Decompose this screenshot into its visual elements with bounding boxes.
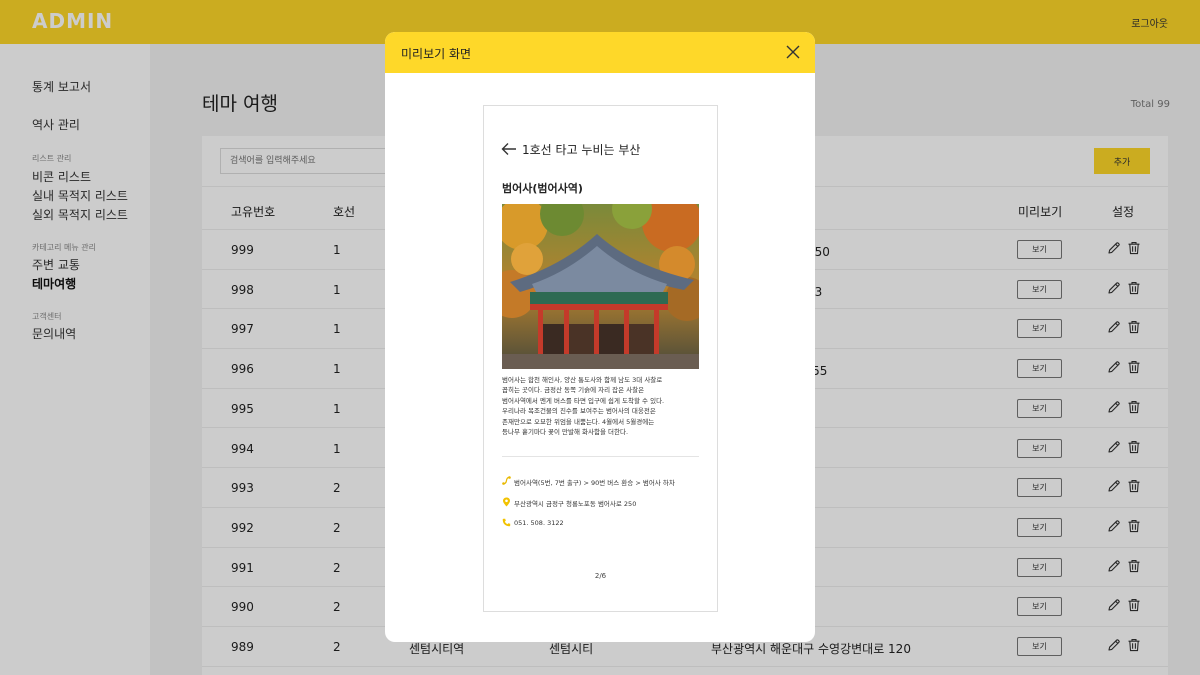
description-line: 범어사역에서 멘게 버스를 타면 입구에 쉽게 도착할 수 있다. [502,396,665,405]
description-line: 등나무 흩기마다 꽃이 만발해 화사함을 더한다. [502,428,629,437]
preview-modal: 미리보기 화면 1호선 타고 누비는 부산 범어사(범어사역) 범어사는 합천 … [385,32,815,642]
route-text: 범어사역(5번, 7번 출구) > 90번 버스 환승 > 범어사 하차 [514,479,675,487]
phone-icon [502,518,511,527]
description-line: 존재만으로 오묘한 위엄을 내뿜는다. 4월에서 5월경에는 [502,417,655,426]
description-line: 우리나라 목조건물의 진수를 보여주는 범어사의 대웅전은 [502,407,656,416]
route-icon [502,476,511,485]
temple-photo [502,204,699,369]
preview-divider [502,456,699,457]
modal-header: 미리보기 화면 [385,32,815,73]
preview-description: 범어사는 합천 해인사, 양산 통도사와 함께 남도 3대 사찰로 꼽히는 곳이… [502,375,699,437]
description-line: 범어사는 합천 해인사, 양산 통도사와 함께 남도 3대 사찰로 [502,376,663,384]
modal-title: 미리보기 화면 [401,47,472,61]
description-line: 꼽히는 곳이다. 금정산 동쪽 기슭에 자리 잡은 사찰은 [502,386,645,395]
close-icon[interactable] [785,44,801,60]
location-pin-icon [503,497,510,507]
address-text: 부산광역시 금정구 청룡노포동 범어사로 250 [514,500,637,508]
preview-header-title: 1호선 타고 누비는 부산 [522,143,641,157]
back-arrow-icon[interactable] [501,142,517,156]
page-indicator: 2/6 [594,572,607,580]
preview-place-name: 범어사(범어사역) [502,182,583,195]
mobile-preview: 1호선 타고 누비는 부산 범어사(범어사역) 범어사는 합천 해인사, 양산 … [483,105,718,612]
phone-text: 051. 508. 3122 [514,519,564,527]
